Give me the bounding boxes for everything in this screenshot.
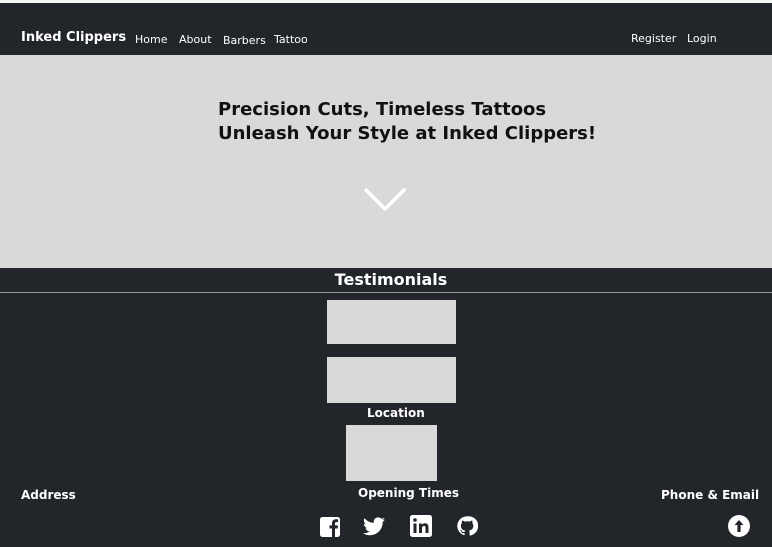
testimonials-title: Testimonials xyxy=(334,270,448,289)
facebook-icon[interactable] xyxy=(319,514,341,538)
section-divider xyxy=(0,292,772,293)
hero-section: Precision Cuts, Timeless Tattoos Unleash… xyxy=(0,55,772,268)
location-title: Location xyxy=(367,406,425,420)
github-icon[interactable] xyxy=(456,514,478,538)
login-link[interactable]: Login xyxy=(687,32,717,45)
location-map[interactable] xyxy=(346,425,437,481)
chevron-down-icon[interactable] xyxy=(363,187,407,213)
nav-link-home[interactable]: Home xyxy=(135,33,167,46)
nav-link-barbers[interactable]: Barbers xyxy=(223,34,266,47)
nav-link-tattoo[interactable]: Tattoo xyxy=(274,33,308,46)
opening-times-label: Opening Times xyxy=(358,486,459,500)
navbar: Inked Clippers Home About Barbers Tattoo… xyxy=(0,3,772,55)
hero-headline: Precision Cuts, Timeless Tattoos xyxy=(218,99,547,120)
hero-subheadline: Unleash Your Style at Inked Clippers! xyxy=(218,123,597,144)
brand-logo[interactable]: Inked Clippers xyxy=(21,30,126,45)
address-label: Address xyxy=(21,488,76,502)
register-link[interactable]: Register xyxy=(631,32,676,45)
phone-email-label: Phone & Email xyxy=(661,488,760,502)
testimonial-card xyxy=(327,300,456,344)
back-to-top-button[interactable] xyxy=(728,515,750,537)
linkedin-icon[interactable] xyxy=(409,514,433,538)
twitter-icon[interactable] xyxy=(361,514,387,538)
nav-link-about[interactable]: About xyxy=(179,33,212,46)
testimonial-card xyxy=(327,357,456,403)
arrow-up-icon xyxy=(734,520,744,532)
